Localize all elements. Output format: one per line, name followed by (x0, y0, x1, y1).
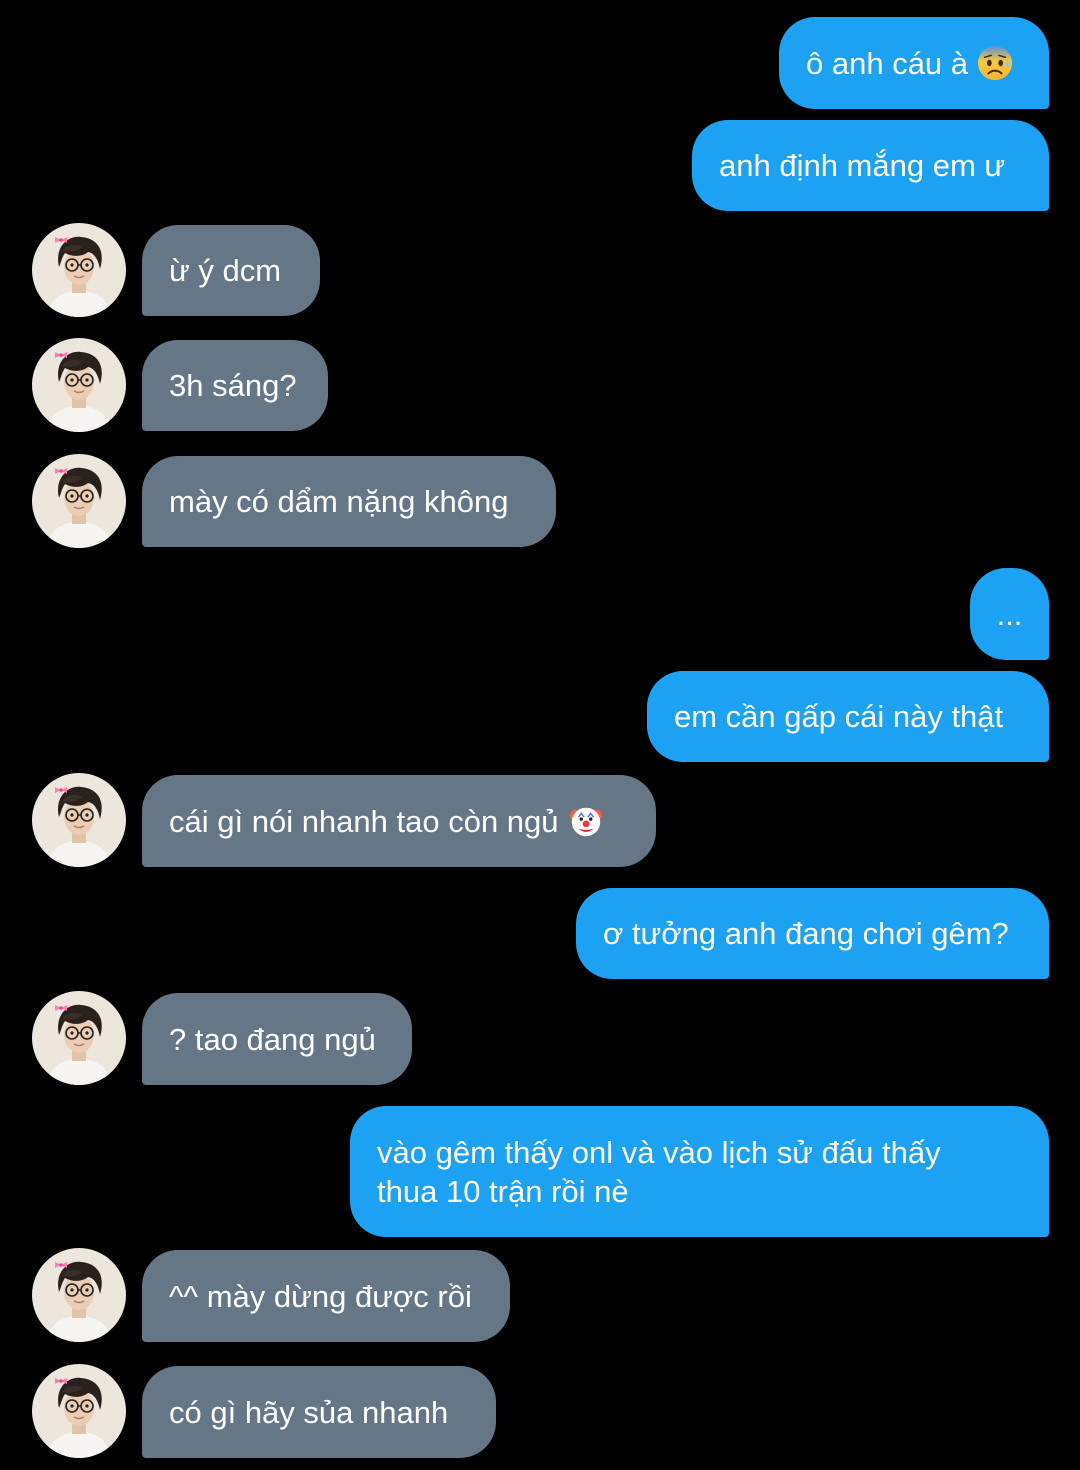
incoming-message[interactable]: ^^ mày dừng được rồi (142, 1250, 510, 1342)
incoming-message[interactable]: ừ ý dcm (142, 225, 320, 316)
contact-avatar[interactable] (32, 1364, 126, 1458)
message-text: ô anh cáu à (806, 45, 969, 81)
message-text: vào gêm thấy onl và vào lịch sử đấu thấy… (377, 1134, 941, 1209)
message-text: ? tao đang ngủ (169, 1021, 376, 1057)
outgoing-message[interactable]: anh định mắng em ư (692, 120, 1049, 211)
incoming-message[interactable]: 3h sáng? (142, 340, 328, 431)
message-text: em cần gấp cái này thật (674, 699, 1004, 734)
message-text: ơ tưởng anh đang chơi gêm? (603, 916, 1009, 951)
avatar-photo (32, 773, 126, 867)
avatar-photo (32, 338, 126, 432)
clown-face-icon (567, 802, 605, 840)
anxious-face-with-sweat-icon (976, 44, 1014, 82)
incoming-message[interactable]: ? tao đang ngủ (142, 993, 412, 1085)
message-text: có gì hãy sủa nhanh (169, 1394, 449, 1430)
outgoing-message[interactable]: ơ tưởng anh đang chơi gêm? (576, 888, 1049, 979)
contact-avatar[interactable] (32, 223, 126, 317)
incoming-message[interactable]: có gì hãy sủa nhanh (142, 1366, 496, 1458)
contact-avatar[interactable] (32, 338, 126, 432)
outgoing-message[interactable]: ô anh cáu à (779, 17, 1049, 109)
avatar-photo (32, 1364, 126, 1458)
message-text: mày có dẩm nặng không (169, 484, 509, 519)
outgoing-message[interactable]: ... (970, 568, 1049, 660)
contact-avatar[interactable] (32, 1248, 126, 1342)
outgoing-message[interactable]: em cần gấp cái này thật (647, 671, 1049, 762)
incoming-message[interactable]: mày có dẩm nặng không (142, 456, 556, 547)
message-text: ... (996, 596, 1023, 632)
message-text: ừ ý dcm (169, 253, 282, 288)
message-text: anh định mắng em ư (719, 148, 1006, 183)
avatar-photo (32, 1248, 126, 1342)
avatar-photo (32, 991, 126, 1085)
message-text: cái gì nói nhanh tao còn ngủ (169, 803, 559, 839)
message-text: 3h sáng? (169, 368, 297, 403)
avatar-photo (32, 223, 126, 317)
contact-avatar[interactable] (32, 991, 126, 1085)
avatar-photo (32, 454, 126, 548)
chat-thread: ô anh cáu à anh định mắng em ư ừ ý dcm 3… (0, 0, 1080, 1470)
contact-avatar[interactable] (32, 454, 126, 548)
incoming-message[interactable]: cái gì nói nhanh tao còn ngủ (142, 775, 656, 867)
message-text: ^^ mày dừng được rồi (169, 1278, 472, 1314)
outgoing-message[interactable]: vào gêm thấy onl và vào lịch sử đấu thấy… (350, 1106, 1049, 1237)
contact-avatar[interactable] (32, 773, 126, 867)
